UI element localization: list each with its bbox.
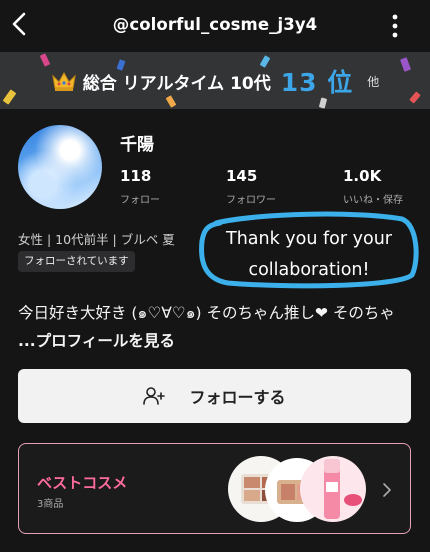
likes-label: いいね・保存 bbox=[343, 195, 403, 206]
lip-tint-thumbnail bbox=[300, 456, 366, 522]
annotation-text: Thank you for your collaboration! bbox=[200, 224, 418, 286]
profile-meta: 女性 | 10代前半 | ブルベ 夏 bbox=[18, 232, 175, 247]
cosme-product-thumbnails bbox=[228, 456, 366, 522]
stat-likes[interactable]: 1.0K いいね・保存 bbox=[343, 167, 403, 206]
ranking-other-label: 他 bbox=[367, 74, 380, 89]
best-cosme-card[interactable]: ベストコスメ 3商品 bbox=[18, 443, 411, 534]
ranking-banner[interactable]: 総合 リアルタイム 10代 13 位 他 bbox=[0, 52, 430, 109]
confetti-decoration bbox=[318, 97, 328, 109]
follow-button-label: フォローする bbox=[189, 388, 286, 407]
add-user-icon bbox=[143, 387, 166, 405]
annotation-line-1: Thank you for your bbox=[226, 229, 392, 249]
annotation-line-2: collaboration! bbox=[248, 260, 370, 280]
see-profile-link[interactable]: ...プロフィールを見る bbox=[18, 332, 175, 350]
follows-you-badge: フォローされています bbox=[18, 251, 135, 272]
kebab-icon[interactable] bbox=[385, 12, 405, 40]
following-label: フォロー bbox=[120, 195, 160, 206]
confetti-decoration bbox=[39, 53, 51, 67]
best-cosme-title: ベストコスメ bbox=[37, 474, 128, 492]
ranking-label: 総合 リアルタイム 10代 bbox=[82, 73, 271, 94]
stat-following[interactable]: 118 フォロー bbox=[120, 167, 160, 206]
following-count: 118 bbox=[120, 167, 152, 185]
display-name: 千陽 bbox=[120, 135, 154, 155]
bio-text: 今日好き大好き (๑♡∀♡๑) そのちゃん推し❤ そのちゃ bbox=[18, 304, 395, 322]
followers-label: フォロワー bbox=[226, 195, 276, 206]
stat-followers[interactable]: 145 フォロワー bbox=[226, 167, 276, 206]
chevron-right-icon bbox=[383, 483, 391, 497]
avatar[interactable] bbox=[18, 125, 102, 209]
follow-button[interactable]: フォローする bbox=[18, 369, 411, 423]
followers-count: 145 bbox=[226, 167, 258, 185]
best-cosme-count: 3商品 bbox=[37, 499, 64, 510]
ranking-position: 13 位 bbox=[280, 68, 354, 97]
profile-bio: 今日好き大好き (๑♡∀♡๑) そのちゃん推し❤ そのちゃ ...プロフィールを… bbox=[18, 299, 414, 355]
crown-icon bbox=[52, 71, 76, 91]
confetti-decoration bbox=[165, 95, 177, 108]
profile-username: @colorful_cosme_j3y4 bbox=[112, 15, 318, 34]
likes-count: 1.0K bbox=[343, 167, 382, 185]
top-bar: @colorful_cosme_j3y4 bbox=[0, 0, 430, 52]
